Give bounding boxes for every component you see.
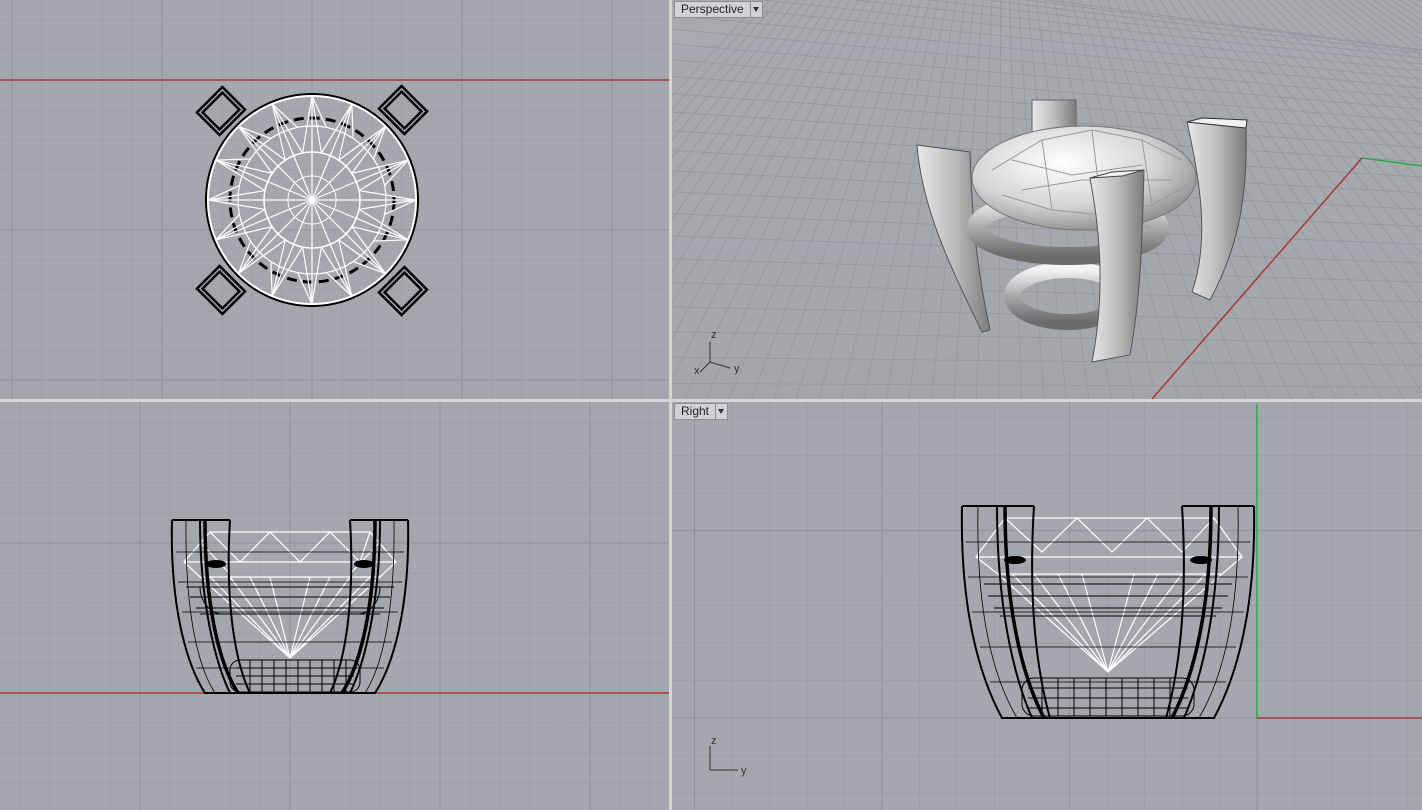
axis-y-label: y: [741, 765, 747, 777]
axis-x-label: x: [694, 365, 700, 377]
chevron-down-icon[interactable]: [750, 1, 763, 18]
front-view-canvas: [0, 402, 669, 810]
axis-z-label: z: [711, 735, 717, 747]
viewport-perspective[interactable]: z y x Perspective: [672, 0, 1422, 399]
viewport-right[interactable]: z y Right: [672, 402, 1422, 810]
top-view-canvas: [0, 0, 669, 399]
right-view-canvas: z y: [672, 402, 1422, 810]
viewport-label[interactable]: Right: [674, 403, 717, 420]
axis-z-label: z: [711, 329, 717, 341]
axis-y-label: y: [734, 363, 740, 375]
viewport-top[interactable]: [0, 0, 669, 399]
perspective-view-canvas: z y x: [672, 0, 1422, 399]
viewport-front[interactable]: [0, 402, 669, 810]
viewport-label[interactable]: Perspective: [674, 1, 751, 18]
viewport-title-right[interactable]: Right: [674, 403, 729, 420]
diamond-wireframe-top: [205, 93, 419, 307]
viewport-title-perspective[interactable]: Perspective: [674, 1, 763, 18]
chevron-down-icon[interactable]: [716, 403, 729, 420]
